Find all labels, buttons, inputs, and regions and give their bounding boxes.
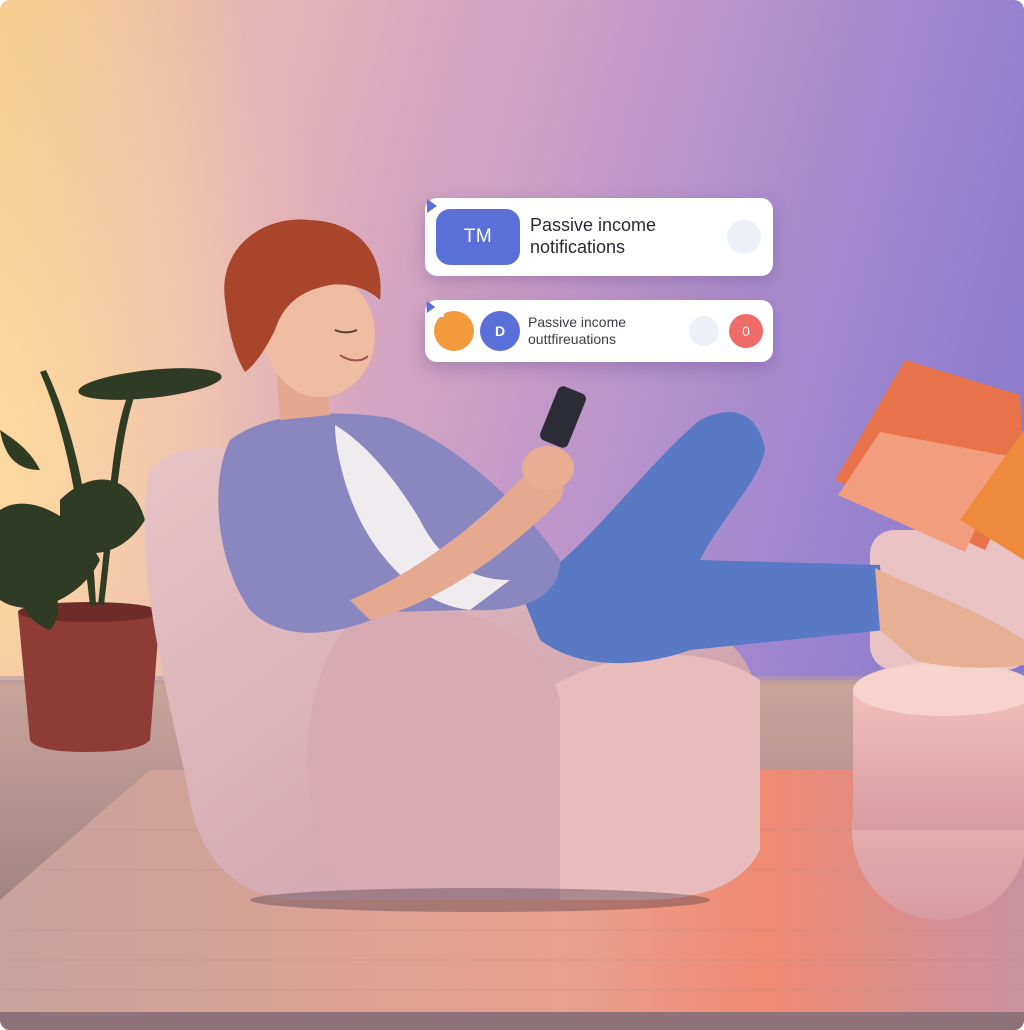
notification-subtitle: outtfireuations <box>528 331 616 347</box>
count-badge-label: 0 <box>742 323 750 339</box>
count-badge[interactable]: 0 <box>729 314 763 348</box>
room-illustration <box>0 0 1024 1030</box>
chair-shadow <box>250 888 710 912</box>
person-hand <box>522 446 574 490</box>
armchair-arm <box>307 607 560 900</box>
notification-text: Passive income notifications <box>530 215 727 259</box>
notification-card-primary[interactable]: TM Passive income notifications <box>425 198 773 276</box>
notification-text: Passive income outtfireuations <box>528 314 689 348</box>
d-badge: D <box>480 311 520 351</box>
photo-scene: TM Passive income notifications D Passiv… <box>0 0 1024 1030</box>
plant-pot <box>18 612 160 752</box>
armchair-seat <box>545 654 760 900</box>
play-button[interactable] <box>426 301 719 346</box>
d-badge-label: D <box>494 323 506 339</box>
play-icon <box>426 301 436 313</box>
play-icon <box>427 199 437 213</box>
tm-badge-label: TM <box>463 226 493 247</box>
notification-card-secondary[interactable]: D Passive income outtfireuations 0 <box>425 300 773 362</box>
notification-subtitle: notifications <box>530 237 626 257</box>
notification-title: Passive income <box>530 215 657 236</box>
notification-title: Passive income <box>528 313 627 330</box>
upload-button[interactable] <box>428 302 474 351</box>
tm-badge: TM <box>436 209 520 265</box>
play-button[interactable] <box>427 199 761 254</box>
